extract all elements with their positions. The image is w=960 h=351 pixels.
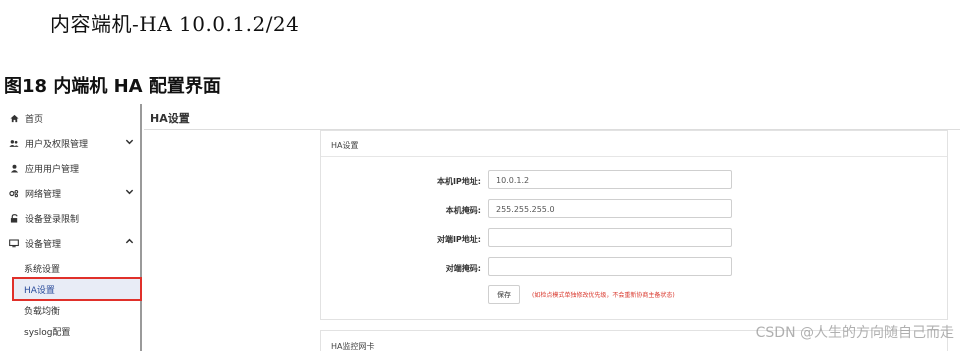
sidebar-item-login-limit[interactable]: 设备登录限制 (0, 206, 140, 230)
sidebar-item-label: 设备登录限制 (25, 214, 80, 225)
user-icon (9, 163, 19, 173)
sidebar-subitem-truncated (14, 342, 134, 351)
chevron-up-icon (125, 237, 134, 249)
sidebar-subitem-syslog[interactable]: syslog配置 (14, 321, 134, 341)
sidebar-item-device-manage[interactable]: 设备管理 (0, 231, 140, 255)
sidebar-item-label: 设备管理 (25, 239, 62, 250)
sidebar-item-label: 网络管理 (25, 189, 62, 200)
sidebar-item-label: 应用用户管理 (25, 164, 80, 175)
peer-mask-label: 对端掩码: (445, 264, 481, 273)
network-icon (9, 188, 19, 198)
local-ip-input[interactable]: 10.0.1.2 (488, 170, 732, 189)
page-title: HA设置 (150, 112, 190, 125)
ha-settings-panel: HA设置 本机IP地址: 10.0.1.2 本机掩码: 255.255.255.… (320, 130, 948, 320)
sidebar-item-label: 用户及权限管理 (25, 139, 89, 150)
sidebar-subitem-ha-settings[interactable]: HA设置 (12, 277, 142, 301)
users-icon (9, 138, 19, 148)
document-heading-line: 内容端机-HA 10.0.1.2/24 (50, 12, 300, 36)
peer-ip-label: 对端IP地址: (436, 235, 481, 244)
sidebar-item-app-user[interactable]: 应用用户管理 (0, 156, 140, 180)
chevron-down-icon (125, 137, 134, 149)
sidebar-item-home[interactable]: 首页 (0, 106, 140, 130)
sidebar-item-user-permission[interactable]: 用户及权限管理 (0, 131, 140, 155)
peer-mask-input[interactable] (488, 257, 732, 276)
sidebar-item-label: 首页 (25, 114, 44, 125)
sidebar-subitem-load-balance[interactable]: 负载均衡 (14, 300, 134, 320)
lock-icon (9, 213, 19, 223)
peer-ip-input[interactable] (488, 228, 732, 247)
sidebar-item-network[interactable]: 网络管理 (0, 181, 140, 205)
sidebar-subitem-system-settings[interactable]: 系统设置 (14, 258, 134, 278)
app-screenshot: 首页 用户及权限管理 应用用户管理 网络管理 设备登录限制 设备管理 系统设置 … (0, 104, 960, 351)
figure-caption: 图18 内端机 HA 配置界面 (4, 76, 221, 97)
local-mask-input[interactable]: 255.255.255.0 (488, 199, 732, 218)
chevron-down-icon (125, 187, 134, 199)
panel-header: HA设置 (321, 131, 947, 157)
local-ip-label: 本机IP地址: (436, 177, 481, 186)
local-mask-label: 本机掩码: (445, 206, 481, 215)
monitor-icon (9, 238, 19, 248)
home-icon (9, 113, 19, 123)
sidebar: 首页 用户及权限管理 应用用户管理 网络管理 设备登录限制 设备管理 系统设置 … (0, 104, 142, 351)
watermark: CSDN @人生的方向随自己而走 (755, 325, 954, 341)
panel-header: HA监控网卡 (331, 342, 375, 351)
save-button[interactable]: 保存 (488, 285, 520, 304)
save-note: (如检点模式单独修改优先级，不会重新协商主备状态) (532, 292, 675, 299)
